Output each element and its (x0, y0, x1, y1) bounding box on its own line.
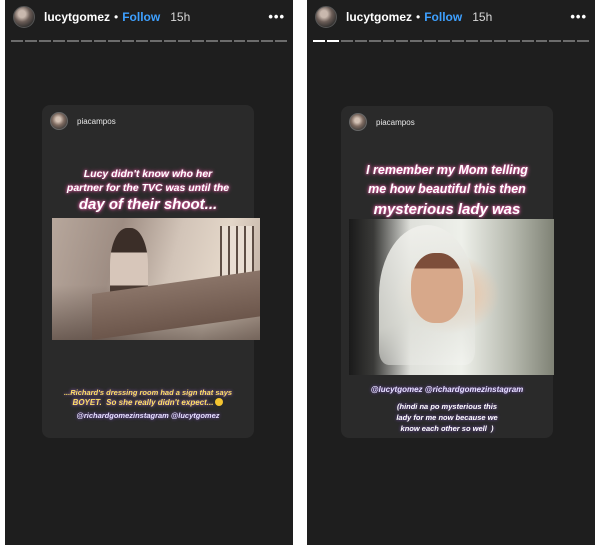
username[interactable]: lucytgomez (346, 10, 412, 24)
progress-segment (94, 40, 107, 42)
progress-segment (136, 40, 149, 42)
progress-segment (275, 40, 288, 42)
card-username: piacampos (376, 117, 415, 127)
progress-segment (354, 40, 367, 42)
progress-segment (535, 40, 548, 42)
timestamp: 15h (472, 10, 493, 24)
story-progress-bar (11, 40, 288, 42)
progress-segment (549, 40, 562, 42)
progress-segment (150, 40, 162, 42)
story-photo (52, 218, 260, 340)
progress-segment (191, 40, 204, 42)
card-username: piacampos (77, 116, 116, 126)
timestamp: 15h (170, 10, 191, 24)
story-photo (349, 219, 554, 375)
story-header: lucytgomez • Follow 15h ••• (307, 0, 595, 34)
progress-segment (233, 40, 246, 42)
progress-segment (438, 40, 451, 42)
story-headline: Lucy didn't know who her partner for the… (42, 167, 254, 215)
progress-segment (479, 40, 492, 42)
card-header: piacampos (349, 113, 415, 131)
headline-emphasis: mysterious lady was (373, 201, 521, 218)
progress-segment (521, 40, 534, 42)
headline-line: Lucy didn't know who her (83, 168, 213, 180)
caption-text: BOYET. So she really didn't expect... (72, 398, 214, 407)
story-panel-left[interactable]: lucytgomez • Follow 15h ••• piacampos Lu… (5, 0, 293, 545)
progress-segment (424, 40, 437, 42)
progress-segment (205, 40, 218, 42)
story-caption: (hindi na po mysterious this lady for me… (341, 401, 553, 434)
progress-segment (396, 40, 409, 42)
progress-segment (163, 40, 176, 42)
caption-line: ...Richard's dressing room had a sign th… (63, 388, 233, 397)
story-panel-right[interactable]: lucytgomez • Follow 15h ••• piacampos I … (307, 0, 595, 545)
headline-line: me how beautiful this then (368, 182, 526, 196)
username[interactable]: lucytgomez (44, 10, 110, 24)
reposted-story-card[interactable]: piacampos I remember my Mom telling me h… (341, 106, 554, 438)
headline-emphasis: day of their shoot... (78, 196, 218, 213)
progress-segment (52, 40, 65, 42)
progress-segment (313, 40, 325, 42)
progress-segment (577, 40, 590, 42)
headline-line: I remember my Mom telling (366, 163, 528, 177)
progress-segment (507, 40, 520, 42)
more-options-icon[interactable]: ••• (570, 9, 587, 24)
story-progress-bar (313, 40, 590, 42)
separator-dot: • (114, 10, 119, 24)
progress-segment (326, 40, 339, 42)
mention-tags-text[interactable]: @richardgomezinstagram @lucytgomez (42, 411, 254, 421)
headline-line: partner for the TVC was until the (66, 182, 230, 194)
progress-segment (340, 40, 353, 42)
photo-face (411, 253, 463, 323)
progress-segment (493, 40, 506, 42)
progress-segment (122, 40, 135, 42)
progress-segment (66, 40, 79, 42)
story-headline: I remember my Mom telling me how beautif… (341, 161, 553, 221)
mention-tags-text[interactable]: @lucytgomez @richardgomezinstagram (341, 385, 553, 394)
progress-segment (368, 40, 381, 42)
progress-segment (11, 40, 23, 42)
progress-segment (247, 40, 260, 42)
story-caption: ...Richard's dressing room had a sign th… (42, 388, 254, 408)
progress-segment (261, 40, 274, 42)
progress-segment (80, 40, 93, 42)
card-avatar (50, 112, 68, 130)
mention-tags: @richardgomezinstagram @lucytgomez (42, 411, 254, 421)
progress-segment (382, 40, 395, 42)
caption-line: lady for me now because we (396, 413, 498, 422)
follow-button[interactable]: Follow (122, 10, 160, 24)
follow-button[interactable]: Follow (424, 10, 462, 24)
avatar[interactable] (315, 6, 337, 28)
card-avatar (349, 113, 367, 131)
progress-segment (177, 40, 190, 42)
avatar[interactable] (13, 6, 35, 28)
progress-segment (452, 40, 464, 42)
progress-segment (563, 40, 576, 42)
caption-line-emoji: BOYET. So she really didn't expect... (42, 398, 254, 408)
more-options-icon[interactable]: ••• (268, 9, 285, 24)
separator-dot: • (416, 10, 421, 24)
progress-segment (465, 40, 478, 42)
progress-segment (38, 40, 51, 42)
progress-segment (410, 40, 423, 42)
caption-line: know each other so well ) (400, 424, 494, 433)
reposted-story-card[interactable]: piacampos Lucy didn't know who her partn… (42, 105, 260, 438)
caption-line: (hindi na po mysterious this (396, 402, 497, 411)
mention-tags: @lucytgomez @richardgomezinstagram (341, 385, 553, 394)
card-header: piacampos (50, 112, 116, 130)
progress-segment (219, 40, 232, 42)
progress-segment (108, 40, 121, 42)
smile-emoji-icon (215, 398, 224, 406)
story-header: lucytgomez • Follow 15h ••• (5, 0, 293, 34)
progress-segment (24, 40, 37, 42)
